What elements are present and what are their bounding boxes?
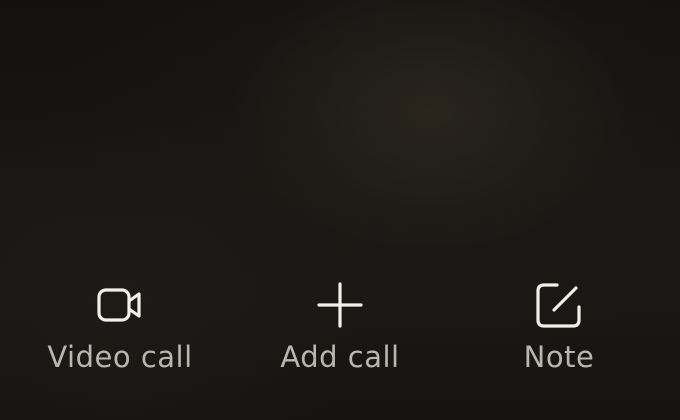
video-call-button[interactable]: Video call	[30, 282, 210, 382]
edit-note-icon	[531, 282, 587, 330]
add-call-button[interactable]: Add call	[250, 282, 430, 382]
add-call-label: Add call	[280, 340, 400, 374]
note-button[interactable]: Note	[469, 282, 649, 382]
video-camera-icon	[92, 282, 148, 330]
note-label: Note	[523, 340, 595, 374]
video-call-label: Video call	[47, 340, 193, 374]
plus-icon	[312, 282, 368, 330]
in-call-actions: Video call Add call Note	[0, 282, 680, 382]
